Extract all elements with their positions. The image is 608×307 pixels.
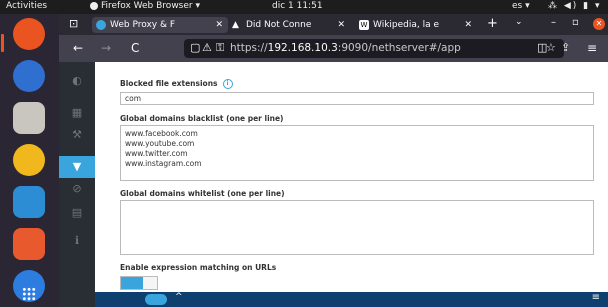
info-icon[interactable]: i bbox=[222, 79, 233, 89]
forward-icon[interactable]: → bbox=[101, 41, 111, 55]
dock-ubuntu-logo[interactable] bbox=[8, 16, 50, 52]
chevron-up-icon[interactable]: ^ bbox=[175, 292, 183, 302]
nethserver-app-sidebar: ◐ ▦ ⚒ ▼ ⊘ ▤ ℹ bbox=[59, 62, 95, 307]
dock-software[interactable] bbox=[8, 226, 50, 262]
dock-active-indicator bbox=[1, 34, 4, 52]
url-text: https://192.168.10.3:9090/nethserver#/ap… bbox=[230, 42, 461, 54]
sidebar-nav-icon-5[interactable]: ⊘ bbox=[59, 178, 95, 200]
firefox-icon bbox=[13, 60, 45, 92]
blocked-extensions-label-text: Blocked file extensions bbox=[120, 79, 218, 88]
software-icon bbox=[13, 228, 45, 260]
web-proxy-settings-form: Blocked file extensions i com Global doma… bbox=[95, 62, 608, 307]
app-menu-icon[interactable]: ≡ bbox=[587, 41, 597, 55]
wikipedia-favicon-icon: W bbox=[359, 20, 369, 30]
browser-tab-bar: ⊡ Web Proxy & F ✕ ▲ Did Not Conne ✕ W Wi… bbox=[59, 14, 608, 35]
new-tab-button[interactable]: + bbox=[487, 16, 498, 31]
domain-line: www.facebook.com bbox=[125, 129, 198, 138]
domain-line: www.instagram.com bbox=[125, 159, 202, 168]
system-status-icons[interactable]: ⁂ ◀) ▮ ▾ bbox=[548, 1, 602, 11]
sidebar-nav-icon-3[interactable]: ⚒ bbox=[59, 124, 95, 146]
bookmark-star-icon[interactable]: ☆ bbox=[546, 41, 556, 54]
browser-nav-bar: ← → C ▢ ⚠ ⚿ https://192.168.10.3:9090/ne… bbox=[59, 35, 608, 62]
whitelist-textarea[interactable] bbox=[120, 200, 594, 255]
tab-label: Web Proxy & F bbox=[110, 20, 176, 30]
tab-wikipedia[interactable]: W Wikipedia, la e ✕ bbox=[359, 17, 477, 33]
close-tab-icon[interactable]: ✕ bbox=[337, 20, 345, 30]
minimize-window-icon[interactable]: – bbox=[551, 17, 556, 28]
dock-firefox[interactable] bbox=[8, 58, 50, 94]
list-all-tabs-icon[interactable]: ⌄ bbox=[515, 17, 523, 27]
nethserver-logo-icon bbox=[145, 294, 167, 305]
app-menu-label: Firefox Web Browser ▾ bbox=[101, 1, 200, 11]
toggle-on-fill bbox=[121, 277, 143, 289]
blacklist-textarea[interactable]: www.facebook.com www.youtube.com www.twitt… bbox=[120, 125, 594, 181]
dock-writer[interactable] bbox=[8, 184, 50, 220]
close-tab-icon[interactable]: ✕ bbox=[464, 20, 472, 30]
blocked-extensions-label: Blocked file extensions i bbox=[120, 79, 233, 89]
page-bottom-bar: ^ ≡ bbox=[95, 292, 608, 307]
activities-button[interactable]: Activities bbox=[6, 1, 47, 11]
close-window-icon[interactable]: ✕ bbox=[593, 18, 605, 30]
tab-label: Did Not Conne bbox=[246, 20, 312, 30]
writer-icon bbox=[13, 186, 45, 218]
ubuntu-dock bbox=[0, 14, 59, 307]
maximize-window-icon[interactable]: ▫ bbox=[572, 17, 579, 28]
web-page: ◐ ▦ ⚒ ▼ ⊘ ▤ ℹ Blocked file extensions i com Glo… bbox=[59, 62, 608, 307]
whitelist-label: Global domains whitelist (one per line) bbox=[120, 189, 285, 198]
sidebar-nav-icon-6[interactable]: ▤ bbox=[59, 202, 95, 224]
tab-label: Wikipedia, la e bbox=[373, 20, 440, 30]
toggle-knob bbox=[143, 277, 157, 289]
firefox-small-icon bbox=[90, 2, 98, 10]
gnome-top-bar: Activities Firefox Web Browser ▾ dic 1 1… bbox=[0, 0, 608, 14]
url-bar[interactable]: ▢ ⚠ ⚿ https://192.168.10.3:9090/nethserv… bbox=[184, 39, 564, 58]
language-indicator[interactable]: es ▾ bbox=[512, 1, 530, 11]
back-icon[interactable]: ← bbox=[73, 41, 83, 55]
rhythmbox-icon bbox=[13, 144, 45, 176]
warning-icon: ▲ bbox=[232, 20, 239, 30]
tab-list-icon[interactable]: ⊡ bbox=[69, 17, 78, 30]
insecure-lock-icon[interactable]: ⚠ bbox=[202, 41, 212, 54]
tracking-protection-icon[interactable]: ▢ bbox=[190, 41, 200, 54]
sidebar-nav-icon-7[interactable]: ℹ bbox=[59, 230, 95, 252]
expression-matching-label: Enable expression matching on URLs bbox=[120, 263, 277, 272]
nethserver-favicon-icon bbox=[96, 20, 106, 30]
sidebar-nav-icon-2[interactable]: ▦ bbox=[59, 102, 95, 124]
permissions-key-icon[interactable]: ⚿ bbox=[216, 41, 224, 55]
blocked-extensions-input[interactable]: com bbox=[120, 92, 594, 105]
hamburger-menu-icon[interactable]: ≡ bbox=[592, 292, 600, 303]
domain-line: www.youtube.com bbox=[125, 139, 195, 148]
sidebar-nav-icon-1[interactable]: ◐ bbox=[59, 70, 95, 92]
sidebar-nav-icon-4[interactable]: ▼ bbox=[59, 156, 95, 178]
expression-matching-toggle[interactable] bbox=[120, 276, 158, 290]
share-icon[interactable]: ⇪ bbox=[561, 41, 570, 54]
dock-files[interactable] bbox=[8, 100, 50, 136]
reload-icon[interactable]: C bbox=[131, 41, 139, 55]
domain-line: www.twitter.com bbox=[125, 149, 188, 158]
tab-did-not-connect[interactable]: ▲ Did Not Conne ✕ bbox=[232, 17, 350, 33]
clock[interactable]: dic 1 11:51 bbox=[272, 1, 323, 11]
tab-web-proxy[interactable]: Web Proxy & F ✕ bbox=[92, 17, 228, 33]
close-tab-icon[interactable]: ✕ bbox=[215, 20, 223, 30]
show-applications-icon[interactable] bbox=[22, 287, 36, 301]
pocket-icon[interactable]: ◫ bbox=[537, 41, 547, 54]
blacklist-label: Global domains blacklist (one per line) bbox=[120, 114, 284, 123]
files-icon bbox=[13, 102, 45, 134]
ubuntu-logo-icon bbox=[13, 18, 45, 50]
dock-rhythmbox[interactable] bbox=[8, 142, 50, 178]
